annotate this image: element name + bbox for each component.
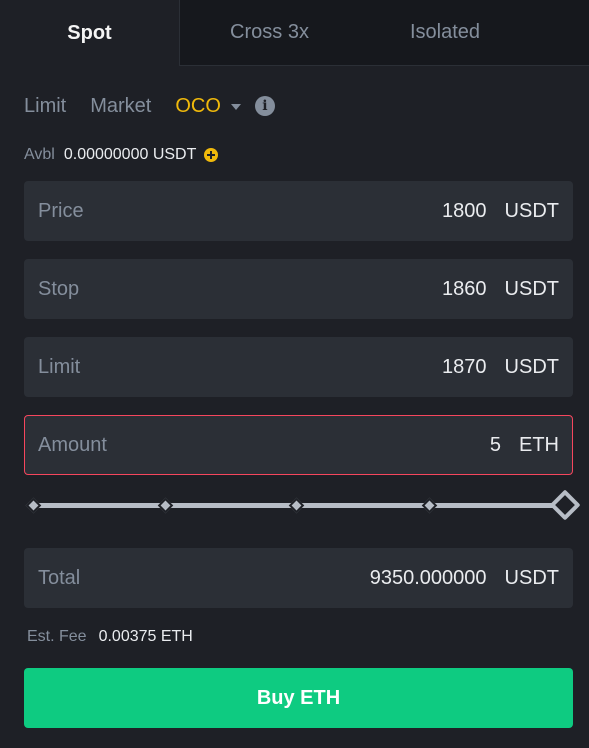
limit-input[interactable]: 1870 xyxy=(442,356,487,379)
available-balance: Avbl 0.00000000 USDT xyxy=(24,146,219,164)
slider-handle[interactable] xyxy=(549,489,581,521)
amount-unit: ETH xyxy=(519,433,559,456)
info-icon[interactable]: i xyxy=(254,96,275,116)
limit-unit: USDT xyxy=(504,355,559,378)
fee-value: 0.00375 ETH xyxy=(98,628,193,645)
tab-spot[interactable]: Spot xyxy=(0,0,179,66)
slider-mark-25[interactable] xyxy=(157,497,174,514)
add-funds-plus-icon[interactable] xyxy=(204,148,219,162)
amount-field[interactable]: Amount 5 ETH xyxy=(24,415,573,475)
order-type-limit[interactable]: Limit xyxy=(24,95,66,118)
total-label: Total xyxy=(38,566,81,589)
total-input[interactable]: 9350.000000 xyxy=(370,567,487,590)
amount-label: Amount xyxy=(38,433,107,456)
available-value: 0.00000000 USDT xyxy=(63,146,197,163)
limit-field[interactable]: Limit 1870 USDT xyxy=(24,337,573,397)
total-unit: USDT xyxy=(504,566,559,589)
stop-field[interactable]: Stop 1860 USDT xyxy=(24,259,573,319)
tab-cross[interactable]: Cross 3x xyxy=(179,0,359,66)
order-type-oco[interactable]: OCO xyxy=(175,95,221,118)
slider-mark-75[interactable] xyxy=(421,497,438,514)
stop-unit: USDT xyxy=(504,277,559,300)
fee-label: Est. Fee xyxy=(27,628,87,645)
price-input[interactable]: 1800 xyxy=(442,200,487,223)
stop-input[interactable]: 1860 xyxy=(442,278,487,301)
order-type-selector: Limit Market OCO i xyxy=(24,93,275,119)
trade-mode-tabs: Spot Cross 3x Isolated xyxy=(0,0,589,66)
stop-label: Stop xyxy=(38,277,80,300)
price-field[interactable]: Price 1800 USDT xyxy=(24,181,573,241)
slider-mark-50[interactable] xyxy=(288,497,305,514)
slider-mark-0[interactable] xyxy=(25,497,42,514)
caret-down-icon[interactable] xyxy=(230,104,241,110)
tab-isolated[interactable]: Isolated xyxy=(359,0,589,66)
order-type-market[interactable]: Market xyxy=(90,95,151,118)
buy-button[interactable]: Buy ETH xyxy=(24,668,573,728)
price-unit: USDT xyxy=(504,199,559,222)
price-label: Price xyxy=(38,199,84,222)
limit-label: Limit xyxy=(38,355,81,378)
amount-percent-slider[interactable] xyxy=(25,489,581,521)
total-field[interactable]: Total 9350.000000 USDT xyxy=(24,548,573,608)
amount-input[interactable]: 5 xyxy=(490,434,501,457)
available-label: Avbl xyxy=(24,146,55,163)
estimated-fee: Est. Fee 0.00375 ETH xyxy=(27,628,193,646)
